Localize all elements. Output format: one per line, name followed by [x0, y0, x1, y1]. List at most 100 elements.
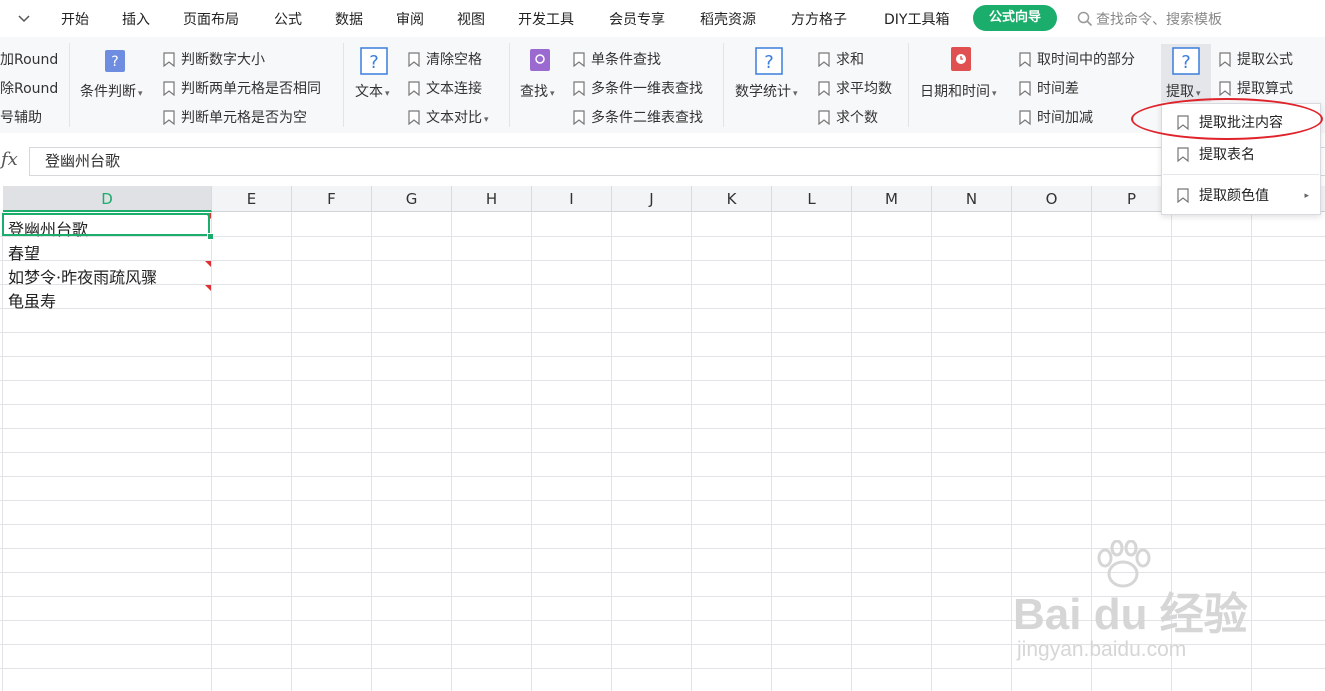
- multi-condition-1d-lookup-button[interactable]: 多条件一维表查找: [573, 78, 703, 98]
- submenu-arrow-icon: ▸: [1304, 191, 1309, 201]
- comment-marker: [205, 285, 211, 291]
- bookmark-icon: [1177, 188, 1189, 203]
- date-time-button[interactable]: 日期和时间 ▾: [920, 81, 997, 101]
- help-icon: ?: [755, 47, 783, 75]
- formula-input[interactable]: [29, 147, 1325, 176]
- column-header-d[interactable]: D: [3, 186, 212, 212]
- condition-judge-button[interactable]: 条件判断 ▾: [80, 81, 143, 101]
- command-search[interactable]: 查找命令、搜索模板: [1077, 9, 1222, 29]
- symbol-helper-button[interactable]: 号辅助: [0, 107, 42, 127]
- tab-data[interactable]: 数据: [335, 9, 363, 29]
- column-header-l[interactable]: L: [772, 186, 852, 212]
- bookmark-icon: [1219, 52, 1231, 67]
- menu-bar: 开始 插入 页面布局 公式 数据 审阅 视图 开发工具 会员专享 稻壳资源 方方…: [0, 0, 1325, 37]
- tab-insert[interactable]: 插入: [122, 9, 150, 29]
- clear-spaces-button[interactable]: 清除空格: [408, 49, 482, 69]
- active-cell-selection: [2, 213, 210, 236]
- column-header-n[interactable]: N: [932, 186, 1012, 212]
- column-header-k[interactable]: K: [692, 186, 772, 212]
- quick-access-dropdown-icon[interactable]: [18, 11, 30, 27]
- search-icon: [1077, 11, 1093, 27]
- tab-member[interactable]: 会员专享: [609, 9, 665, 29]
- menu-divider: [1163, 174, 1319, 175]
- svg-text:?: ?: [1181, 52, 1191, 73]
- tab-review[interactable]: 审阅: [396, 9, 424, 29]
- time-add-subtract-button[interactable]: 时间加减: [1019, 107, 1093, 127]
- function-icon[interactable]: fx: [1, 149, 18, 170]
- column-header-h[interactable]: H: [452, 186, 532, 212]
- tab-page-layout[interactable]: 页面布局: [183, 9, 239, 29]
- average-button[interactable]: 求平均数: [818, 78, 892, 98]
- cell-grid[interactable]: [0, 212, 1325, 691]
- highlight-circle: [1131, 98, 1323, 140]
- svg-text:?: ?: [764, 52, 774, 73]
- time-diff-button[interactable]: 时间差: [1019, 78, 1079, 98]
- remove-round-button[interactable]: 除Round: [0, 78, 58, 98]
- bookmark-icon: [1019, 110, 1031, 125]
- tab-ffcell[interactable]: 方方格子: [791, 9, 847, 29]
- bookmark-icon: [1019, 81, 1031, 96]
- single-condition-lookup-button[interactable]: 单条件查找: [573, 49, 661, 69]
- bookmark-icon: [408, 52, 420, 67]
- column-header-j[interactable]: J: [612, 186, 692, 212]
- help-icon: ?: [360, 47, 388, 75]
- bookmark-icon: [163, 110, 175, 125]
- bookmark-icon: [1219, 81, 1231, 96]
- add-round-button[interactable]: 加Round: [0, 49, 58, 69]
- column-header-o[interactable]: O: [1012, 186, 1092, 212]
- fill-handle[interactable]: [207, 233, 214, 240]
- svg-text:?: ?: [369, 52, 379, 73]
- text-compare-button[interactable]: 文本对比 ▾: [408, 107, 489, 127]
- column-header-p[interactable]: P: [1092, 186, 1172, 212]
- cell-d2[interactable]: 春望: [8, 240, 40, 264]
- tab-developer[interactable]: 开发工具: [518, 9, 574, 29]
- comment-marker: [205, 261, 211, 267]
- column-header-m[interactable]: M: [852, 186, 932, 212]
- column-header-f[interactable]: F: [292, 186, 372, 212]
- menu-item-extract-color[interactable]: 提取颜色值 ▸: [1163, 181, 1319, 211]
- bookmark-icon: [163, 81, 175, 96]
- calendar-book-icon: [951, 47, 971, 71]
- lookup-book-icon: [530, 49, 550, 71]
- lookup-button[interactable]: 查找 ▾: [520, 81, 555, 101]
- bookmark-icon: [573, 110, 585, 125]
- bookmark-icon: [818, 110, 830, 125]
- judge-number-size-button[interactable]: 判断数字大小: [163, 49, 265, 69]
- formula-value: 登幽州台歌: [45, 152, 121, 170]
- tab-home[interactable]: 开始: [61, 9, 89, 29]
- column-header-e[interactable]: E: [212, 186, 292, 212]
- cell-d4[interactable]: 龟虽寿: [8, 288, 56, 312]
- extract-formula-button[interactable]: 提取公式: [1219, 49, 1293, 69]
- multi-condition-2d-lookup-button[interactable]: 多条件二维表查找: [573, 107, 703, 127]
- text-button[interactable]: 文本 ▾: [355, 81, 390, 101]
- tab-docer[interactable]: 稻壳资源: [700, 9, 756, 29]
- extract-expression-button[interactable]: 提取算式: [1219, 78, 1293, 98]
- help-book-icon: ?: [105, 50, 125, 72]
- judge-cells-equal-button[interactable]: 判断两单元格是否相同: [163, 78, 321, 98]
- cell-d3[interactable]: 如梦令·昨夜雨疏风骤: [8, 264, 157, 288]
- tab-formula-wizard[interactable]: 公式向导: [973, 5, 1057, 31]
- bookmark-icon: [408, 81, 420, 96]
- help-icon: ?: [1172, 47, 1200, 75]
- judge-cell-empty-button[interactable]: 判断单元格是否为空: [163, 107, 307, 127]
- column-header-i[interactable]: I: [532, 186, 612, 212]
- svg-text:?: ?: [111, 54, 118, 70]
- tab-formulas[interactable]: 公式: [274, 9, 302, 29]
- tab-view[interactable]: 视图: [457, 9, 485, 29]
- bookmark-icon: [573, 81, 585, 96]
- tab-diy-toolbox[interactable]: DIY工具箱: [884, 9, 949, 29]
- search-placeholder: 查找命令、搜索模板: [1096, 12, 1222, 28]
- bookmark-icon: [408, 110, 420, 125]
- bookmark-icon: [1019, 52, 1031, 67]
- bookmark-icon: [818, 52, 830, 67]
- bookmark-icon: [573, 52, 585, 67]
- menu-item-extract-sheet-name[interactable]: 提取表名: [1163, 140, 1319, 170]
- extract-time-part-button[interactable]: 取时间中的部分: [1019, 49, 1135, 69]
- bookmark-icon: [818, 81, 830, 96]
- extract-button[interactable]: 提取 ▾: [1166, 81, 1201, 101]
- sum-button[interactable]: 求和: [818, 49, 864, 69]
- count-button[interactable]: 求个数: [818, 107, 878, 127]
- text-join-button[interactable]: 文本连接: [408, 78, 482, 98]
- column-header-g[interactable]: G: [372, 186, 452, 212]
- math-stats-button[interactable]: 数学统计 ▾: [735, 81, 798, 101]
